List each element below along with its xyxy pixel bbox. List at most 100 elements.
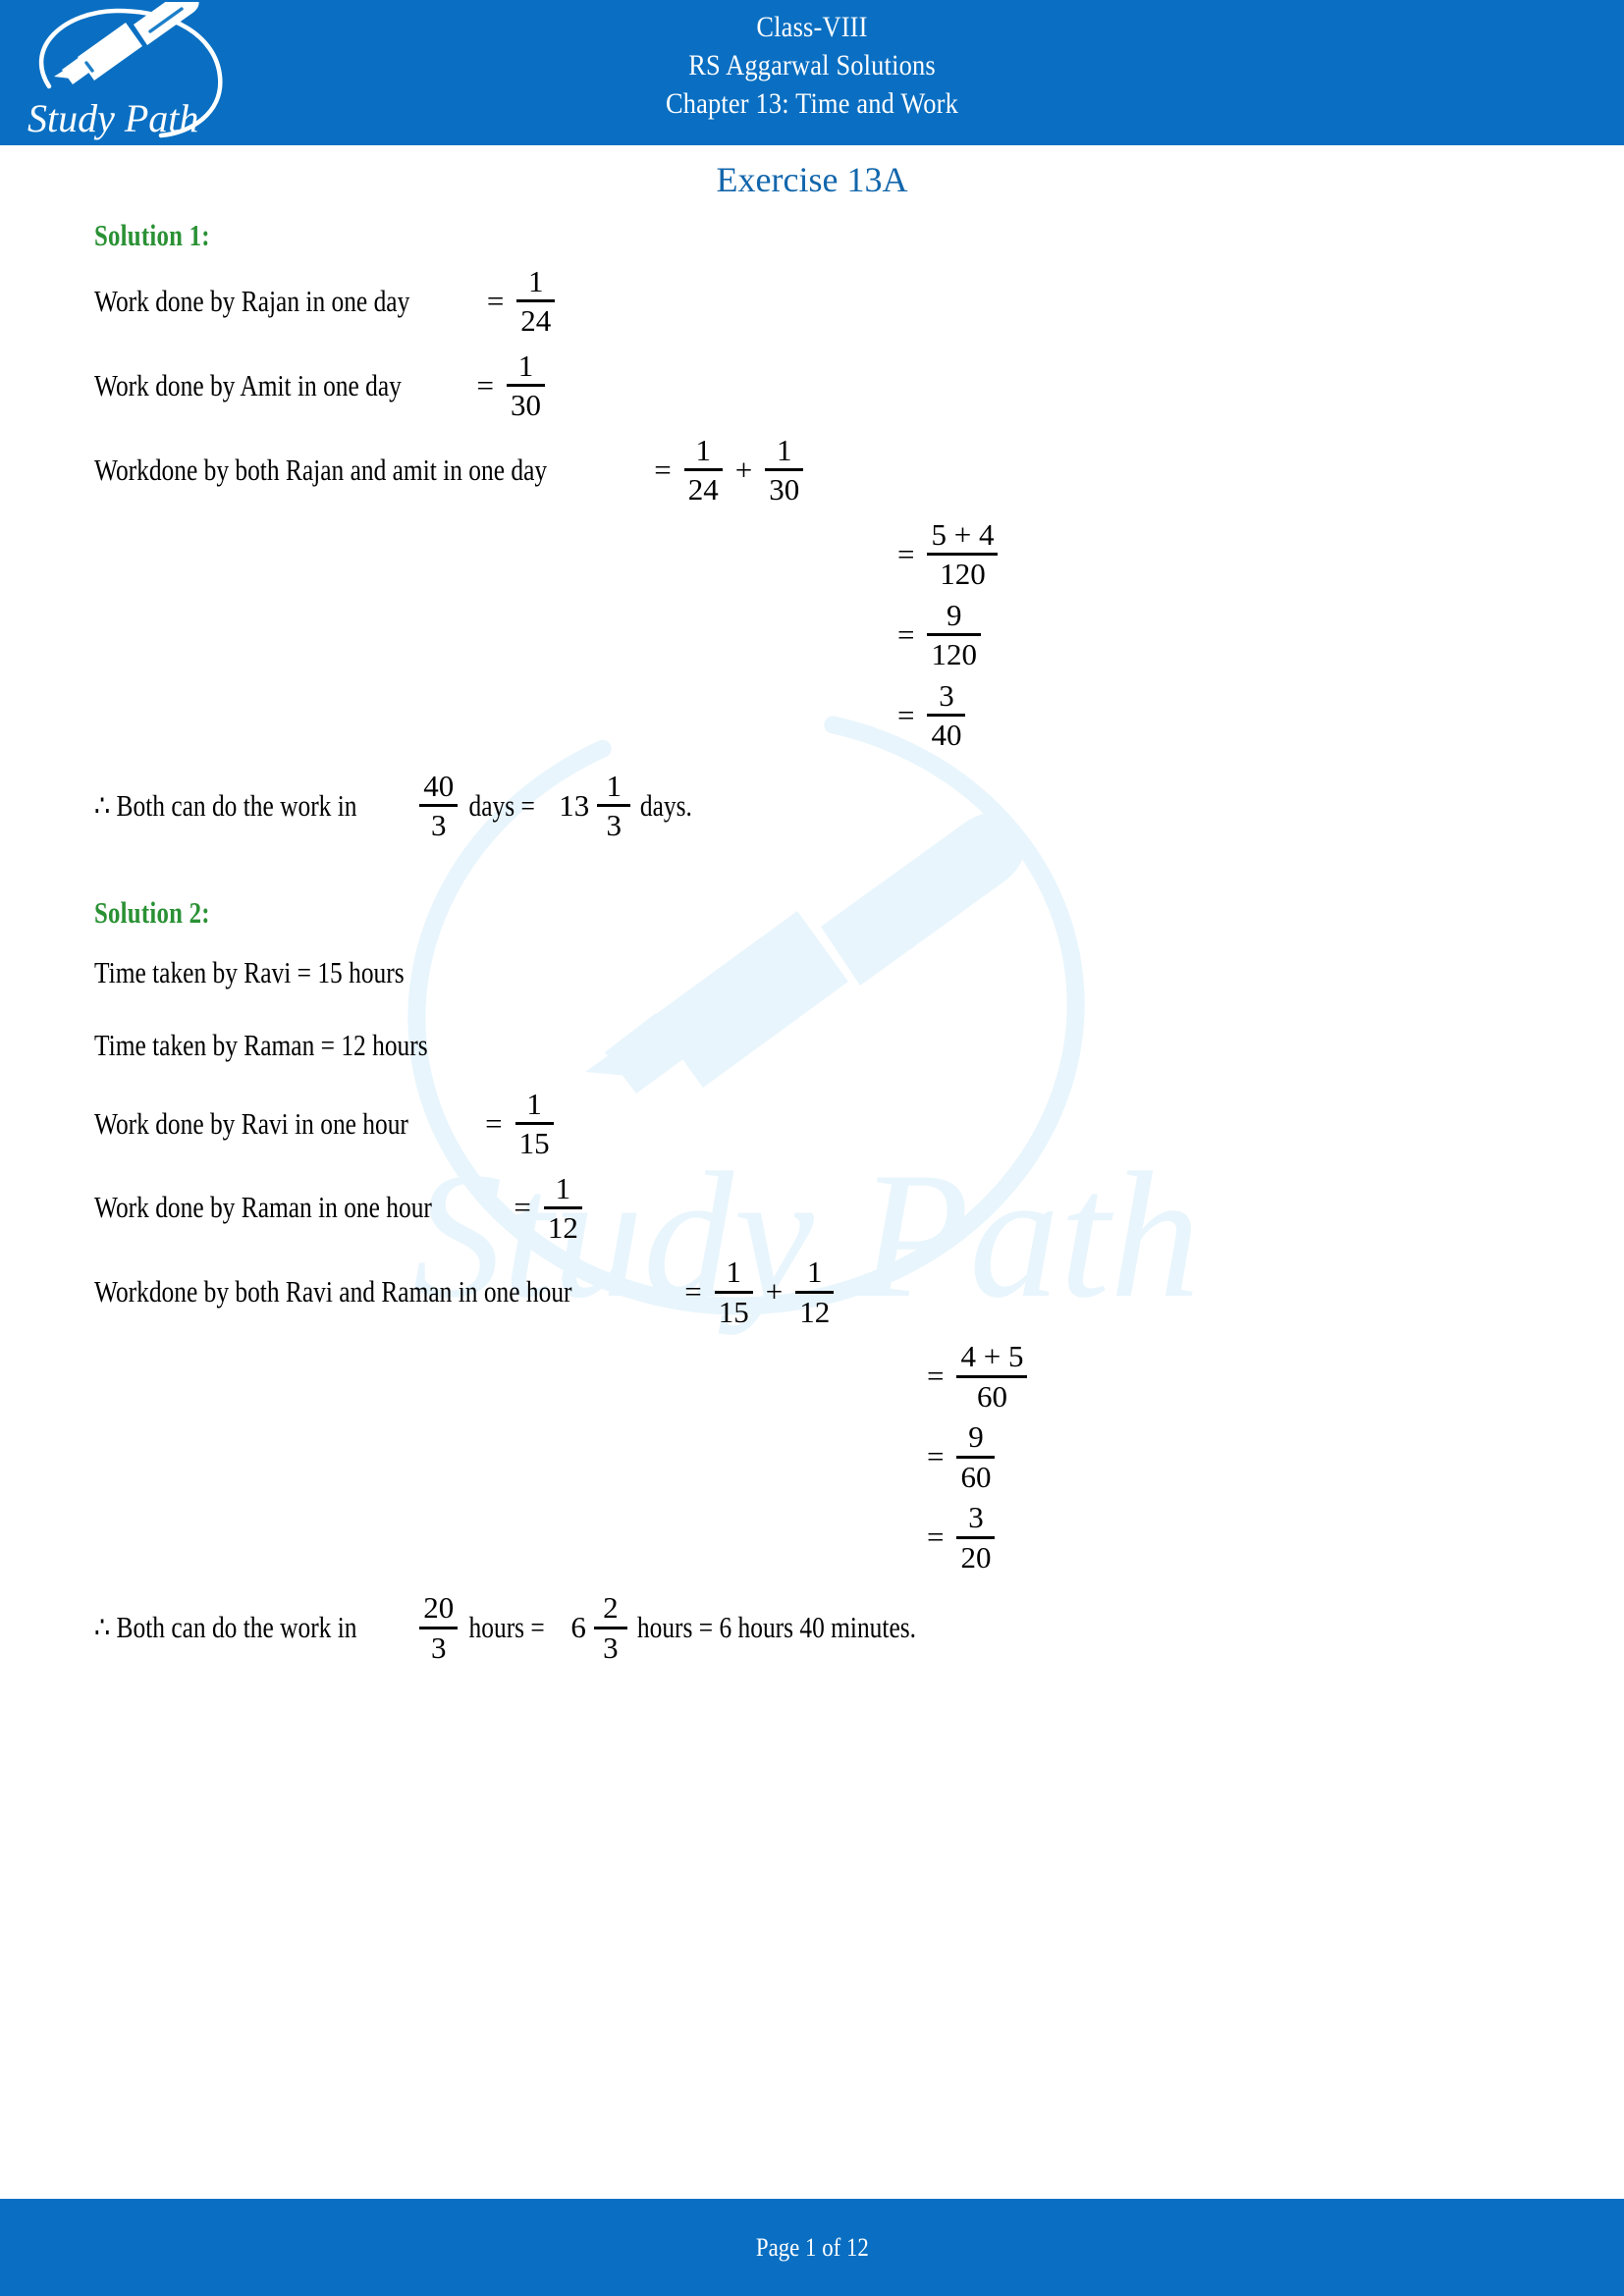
solution-2-heading: Solution 2: [94,894,210,930]
conclusion-prefix: ∴ Both can do the work in [94,1610,357,1645]
fraction-denominator: 3 [606,808,623,843]
page-content: Exercise 13A Solution 1: Work done by Ra… [0,145,1624,1676]
fraction: 1 24 [683,432,723,507]
fraction-bar [927,553,999,557]
solution-2-cont-2: = 9 60 [94,1420,1530,1493]
fraction-bar [514,1122,554,1126]
fraction: 1 30 [507,347,545,423]
header-title-block: Class-VIII RS Aggarwal Solutions Chapter… [0,8,1624,123]
fraction-numerator: 9 [946,597,962,632]
fraction: 1 15 [514,1086,554,1161]
fraction-denominator: 3 [603,1629,619,1665]
fraction-bar [956,1535,996,1539]
fraction-bar [956,1374,1028,1378]
solution-block-1: Solution 1: Work done by Rajan in one da… [94,218,1530,842]
mixed-number: 13 1 3 [559,768,635,843]
line-label: Workdone by both Ravi and Raman in one h… [94,1274,572,1309]
line-label: Time taken by Raman = 12 hours [94,1027,428,1062]
fraction-denominator: 20 [960,1539,992,1575]
equals-sign: = [476,367,494,402]
fraction-bar [516,299,556,303]
fraction-numerator: 1 [726,1255,742,1290]
fraction-numerator: 1 [695,432,712,467]
fraction-numerator: 4 + 5 [960,1339,1024,1374]
fraction: 1 3 [597,768,631,843]
equals-sign: = [927,1439,945,1474]
fraction-numerator: 1 [555,1170,571,1205]
fraction-denominator: 30 [511,388,541,423]
header-line-book: RS Aggarwal Solutions [688,49,936,81]
equals-sign: = [897,536,915,571]
fraction-denominator: 12 [799,1294,831,1329]
fraction: 1 12 [795,1255,835,1329]
fraction-denominator: 60 [976,1378,1007,1414]
solution-1-cont-3: = 3 40 [94,677,1530,753]
fraction-numerator: 2 [603,1590,619,1626]
fraction: 20 3 [419,1590,459,1665]
solution-block-2: Solution 2: Time taken by Ravi = 15 hour… [94,894,1530,1665]
header-line-class: Class-VIII [756,11,868,43]
equals-sign: = [927,1520,945,1555]
page-header: Study Path Class-VIII RS Aggarwal Soluti… [0,0,1624,145]
fraction-denominator: 60 [960,1459,992,1494]
conclusion-middle: hours = [468,1610,545,1645]
fraction-bar [956,1455,996,1459]
solution-1-cont-1: = 5 + 4 120 [94,516,1530,592]
fraction-bar [543,1205,582,1209]
fraction-denominator: 30 [769,472,800,507]
equals-sign: = [927,1359,945,1394]
mixed-whole: 13 [559,787,590,823]
fraction-denominator: 120 [931,637,977,672]
solution-1-line-2: Work done by Amit in one day = 1 30 [94,347,1530,423]
line-label: Work done by Ravi in one hour [94,1105,408,1141]
solution-2-plain-2: Time taken by Raman = 12 hours [94,1015,1530,1076]
line-label: Workdone by both Rajan and amit in one d… [94,452,548,487]
line-label: Work done by Rajan in one day [94,283,410,318]
fraction-numerator: 1 [517,347,534,383]
fraction-numerator: 9 [968,1419,984,1455]
fraction-denominator: 120 [940,557,986,592]
fraction: 1 15 [714,1255,753,1328]
fraction-bar [597,804,631,808]
solution-1-line-3: Workdone by both Rajan and amit in one d… [94,432,1530,507]
mixed-whole: 6 [570,1610,586,1645]
fraction-numerator: 1 [528,264,544,298]
equals-sign: = [897,616,915,652]
equals-sign: = [897,697,915,732]
fraction: 1 30 [765,433,804,507]
solution-1-conclusion: ∴ Both can do the work in 40 3 days = 13… [94,768,1530,843]
line-label: Work done by Raman in one hour [94,1190,432,1225]
fraction-numerator: 3 [939,677,954,713]
fraction: 5 + 4 120 [927,516,999,592]
fraction-numerator: 5 + 4 [931,516,995,552]
fraction-denominator: 3 [430,808,447,843]
equals-sign: = [485,1105,503,1141]
conclusion-middle: days = [468,787,536,823]
fraction-numerator: 1 [526,1086,542,1121]
solution-2-plain-1: Time taken by Ravi = 15 hours [94,942,1530,1003]
fraction-numerator: 40 [423,768,455,803]
fraction-bar [507,384,545,388]
fraction-bar [683,468,723,472]
fraction: 1 12 [543,1170,582,1245]
fraction: 9 120 [927,597,981,672]
fraction-bar [927,714,966,718]
solutions-area: Solution 1: Work done by Rajan in one da… [0,218,1624,1664]
fraction-numerator: 3 [968,1500,984,1535]
solution-2-line-2: Work done by Raman in one hour = 1 12 [94,1170,1530,1245]
solution-2-line-1: Work done by Ravi in one hour = 1 15 [94,1086,1530,1161]
fraction-denominator: 12 [547,1209,578,1245]
line-label: Time taken by Ravi = 15 hours [94,954,405,989]
fraction-denominator: 15 [518,1126,550,1161]
fraction: 1 24 [516,264,556,338]
fraction: 3 20 [956,1500,996,1575]
fraction-denominator: 40 [931,718,962,753]
fraction: 3 40 [927,677,966,753]
fraction-bar [419,804,459,808]
fraction-denominator: 3 [430,1629,447,1665]
page-footer: Page 1 of 12 [0,2199,1624,2296]
fraction-numerator: 1 [606,768,623,803]
fraction: 40 3 [419,768,459,843]
line-label: Work done by Amit in one day [94,367,402,402]
fraction-numerator: 20 [423,1590,455,1626]
